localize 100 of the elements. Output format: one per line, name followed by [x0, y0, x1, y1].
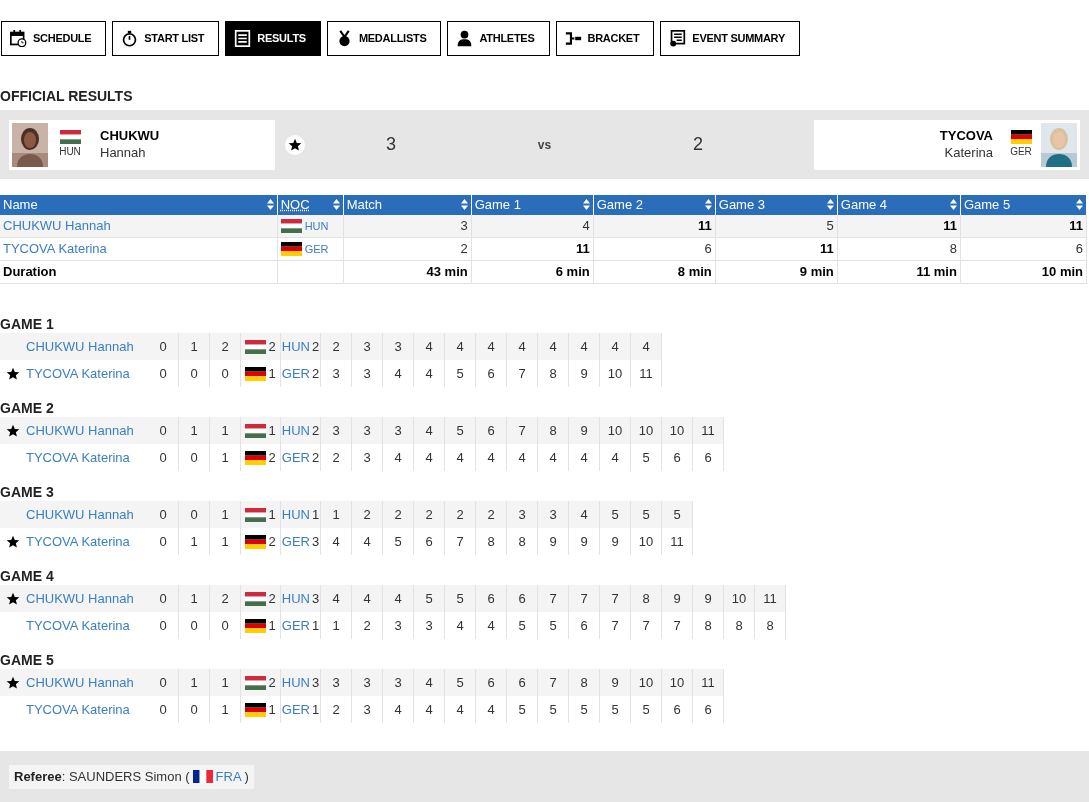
noc-link[interactable]: FRA [215, 766, 242, 787]
noc-link[interactable]: HUN [281, 336, 310, 357]
score-cell-text: 4 [456, 337, 464, 356]
score-cell-text: 11 [639, 364, 653, 383]
table-cell: 2 [460, 241, 468, 257]
table-cell: 11 [943, 218, 957, 233]
score-cell-text: 8 [487, 532, 495, 551]
athlete-link[interactable]: TYCOVA Katerina [26, 533, 130, 549]
score-cell-text: 2 [332, 337, 340, 356]
match-score: 3 [385, 133, 396, 156]
sort-icon[interactable] [1076, 199, 1083, 211]
noc-link[interactable]: HUN [281, 672, 310, 693]
score-cell-text: 2 [268, 589, 276, 608]
nav-tab[interactable]: RESULTS [225, 21, 321, 56]
calendar-icon [10, 30, 27, 47]
score-cell-text: 7 [642, 616, 650, 635]
noc-link[interactable]: GER [281, 699, 310, 720]
score-cell-text: 4 [487, 700, 495, 719]
game-title: GAME 5 [0, 651, 55, 669]
score-cell-text: 3 [332, 421, 340, 440]
score-cell-text: 1 [268, 505, 276, 524]
table-cell: 4 [582, 218, 590, 233]
noc-link[interactable]: GER [281, 531, 310, 552]
flag-icon [1010, 130, 1032, 144]
score-cell-text: 4 [580, 448, 588, 467]
athlete-link[interactable]: TYCOVA Katerina [3, 241, 107, 257]
column-header[interactable]: Game 5 [963, 195, 1011, 215]
flag-icon [245, 702, 267, 717]
score-cell-text: 4 [456, 448, 464, 467]
sort-icon[interactable] [826, 199, 834, 211]
score-cell-text: 0 [159, 364, 167, 383]
nav-tab[interactable]: SCHEDULE [1, 21, 107, 56]
athlete-link[interactable]: CHUKWU Hannah [26, 338, 134, 354]
score-cell-text: 0 [190, 505, 198, 524]
athlete-link[interactable]: CHUKWU Hannah [26, 506, 134, 522]
athlete-link[interactable]: CHUKWU Hannah [26, 422, 134, 438]
noc-link[interactable]: GER [281, 615, 310, 636]
athlete-link[interactable]: CHUKWU Hannah [26, 590, 134, 606]
noc-link[interactable]: HUN [281, 588, 310, 609]
sort-icon[interactable] [266, 199, 274, 211]
nav-tab[interactable]: BRACKET [555, 21, 655, 56]
score-cell-text: 1 [190, 337, 198, 356]
score-cell-text: 10 [669, 421, 685, 440]
column-header[interactable]: Match [346, 195, 383, 215]
score-cell-text: 8 [766, 616, 774, 635]
score-cell-text: 5 [673, 505, 681, 524]
athlete-link[interactable]: CHUKWU Hannah [3, 218, 111, 233]
bracket-icon [564, 30, 582, 47]
noc-link[interactable]: GER [281, 363, 310, 384]
column-header[interactable]: Game 1 [474, 195, 521, 215]
column-header[interactable]: NOC [280, 195, 310, 215]
score-cell-text: 9 [580, 364, 588, 383]
sort-icon[interactable] [704, 199, 712, 211]
score-cell-text: 10 [607, 364, 623, 383]
score-cell-text: 1 [221, 700, 229, 719]
score-cell-text: 1 [221, 421, 229, 440]
sort-icon[interactable] [582, 199, 590, 211]
score-cell-text: 6 [487, 364, 495, 383]
score-cell-text: 3 [363, 337, 371, 356]
noc-link[interactable]: HUN [281, 504, 310, 525]
score-cell-text: 9 [611, 532, 619, 551]
column-header[interactable]: Name [3, 195, 38, 215]
score-cell-text: 10 [607, 421, 623, 440]
score-cell-text: 0 [159, 505, 167, 524]
score-cell-text: 0 [221, 616, 229, 635]
score-cell-text: 10 [638, 673, 654, 692]
score-cell-text: 7 [611, 616, 619, 635]
athlete-link[interactable]: TYCOVA Katerina [26, 449, 130, 465]
nav-tab[interactable]: MEDALLISTS [326, 21, 442, 56]
score-cell-text: 0 [159, 589, 167, 608]
noc-link[interactable]: GER [304, 240, 329, 258]
noc-link[interactable]: GER [281, 447, 310, 468]
nav-tab[interactable]: START LIST [112, 21, 220, 56]
score-cell-text: 8 [580, 673, 588, 692]
score-cell-text: 3 [518, 505, 526, 524]
score-cell-text: 4 [549, 337, 557, 356]
column-header[interactable]: Game 3 [718, 195, 766, 215]
score-cell-text: 3 [363, 700, 371, 719]
athlete-link[interactable]: TYCOVA Katerina [26, 617, 130, 633]
game-title: GAME 3 [0, 483, 55, 501]
score-cell-text: 3 [311, 673, 320, 692]
stopwatch-icon [121, 30, 139, 47]
column-header[interactable]: Game 2 [596, 195, 643, 215]
sort-icon[interactable] [460, 199, 468, 211]
score-cell-text: 6 [704, 700, 712, 719]
athlete-link[interactable]: TYCOVA Katerina [26, 701, 130, 717]
nav-tab[interactable]: ATHLETES [447, 21, 550, 56]
nav-tab[interactable]: EVENT SUMMARY [660, 21, 800, 56]
athlete-link[interactable]: CHUKWU Hannah [26, 674, 134, 690]
column-header[interactable]: Game 4 [840, 195, 888, 215]
sort-icon[interactable] [949, 199, 957, 211]
score-cell-text: 5 [456, 589, 464, 608]
athlete-link[interactable]: TYCOVA Katerina [26, 365, 130, 381]
score-cell-text: 5 [518, 616, 526, 635]
sort-icon[interactable] [332, 199, 340, 211]
score-cell-text: 4 [487, 616, 495, 635]
score-cell-text: 11 [701, 673, 715, 692]
noc-link[interactable]: HUN [281, 420, 310, 441]
noc-link[interactable]: HUN [304, 217, 329, 234]
score-cell-text: 1 [332, 505, 340, 524]
